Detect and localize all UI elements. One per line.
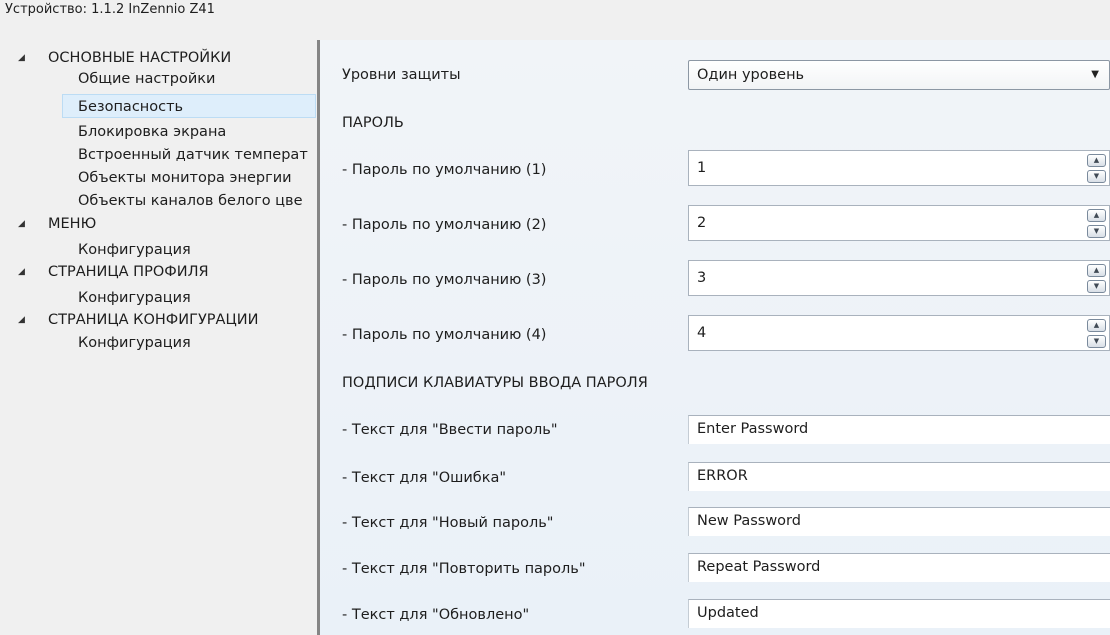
- spin-up-icon[interactable]: ▲: [1087, 319, 1106, 332]
- protection-levels-label: Уровни защиты: [342, 67, 461, 83]
- spin-up-icon[interactable]: ▲: [1087, 154, 1106, 167]
- default-password-1-label: - Пароль по умолчанию (1): [342, 162, 547, 178]
- tree-item-white-channels[interactable]: Объекты каналов белого цве: [78, 189, 303, 213]
- updated-text-label: - Текст для "Обновлено": [342, 607, 530, 623]
- protection-levels-dropdown[interactable]: Один уровень ▼: [688, 60, 1110, 90]
- new-password-text-field[interactable]: New Password: [688, 507, 1110, 536]
- default-password-3-spinbox[interactable]: 3 ▲ ▼: [688, 260, 1110, 296]
- dropdown-value: Один уровень: [697, 67, 805, 83]
- updated-text-field[interactable]: Updated: [688, 599, 1110, 628]
- spin-down-icon[interactable]: ▼: [1087, 225, 1106, 238]
- tree-item-general-settings[interactable]: Общие настройки: [78, 67, 215, 91]
- tree-item-menu-configuration[interactable]: Конфигурация: [78, 238, 191, 262]
- enter-password-text-label: - Текст для "Ввести пароль": [342, 422, 558, 438]
- parameter-panel: Уровни защиты Один уровень ▼ ПАРОЛЬ - Па…: [320, 40, 1110, 635]
- spinbox-value: 1: [697, 160, 707, 176]
- spin-down-icon[interactable]: ▼: [1087, 335, 1106, 348]
- collapse-triangle-icon[interactable]: ◢: [18, 46, 25, 70]
- tree-group-profile-page[interactable]: ◢ СТРАНИЦА ПРОФИЛЯ: [0, 260, 318, 284]
- device-title-bar: Устройство: 1.1.2 InZennio Z41: [0, 0, 1110, 40]
- collapse-triangle-icon[interactable]: ◢: [18, 260, 25, 284]
- dropdown-arrow-icon[interactable]: ▼: [1091, 61, 1099, 89]
- error-text-label: - Текст для "Ошибка": [342, 470, 507, 486]
- device-title: Устройство: 1.1.2 InZennio Z41: [5, 2, 215, 17]
- tree-group-label: МЕНЮ: [48, 216, 97, 232]
- password-section-header: ПАРОЛЬ: [342, 115, 404, 131]
- tree-item-screen-lock[interactable]: Блокировка экрана: [78, 120, 226, 144]
- spin-up-icon[interactable]: ▲: [1087, 264, 1106, 277]
- new-password-text-label: - Текст для "Новый пароль": [342, 515, 554, 531]
- default-password-2-label: - Пароль по умолчанию (2): [342, 217, 547, 233]
- tree-item-temperature-sensor[interactable]: Встроенный датчик температ: [78, 143, 308, 167]
- spinbox-value: 3: [697, 270, 707, 286]
- default-password-4-label: - Пароль по умолчанию (4): [342, 327, 547, 343]
- keyboard-labels-header: ПОДПИСИ КЛАВИАТУРЫ ВВОДА ПАРОЛЯ: [342, 375, 648, 391]
- tree-group-config-page[interactable]: ◢ СТРАНИЦА КОНФИГУРАЦИИ: [0, 308, 318, 332]
- tree-group-label: СТРАНИЦА ПРОФИЛЯ: [48, 264, 209, 280]
- repeat-password-text-label: - Текст для "Повторить пароль": [342, 561, 586, 577]
- error-text-field[interactable]: ERROR: [688, 462, 1110, 491]
- default-password-4-spinbox[interactable]: 4 ▲ ▼: [688, 315, 1110, 351]
- default-password-1-spinbox[interactable]: 1 ▲ ▼: [688, 150, 1110, 186]
- parameter-tree: ◢ ОСНОВНЫЕ НАСТРОЙКИ Общие настройки Без…: [0, 40, 318, 635]
- spinbox-value: 2: [697, 215, 707, 231]
- spinbox-value: 4: [697, 325, 707, 341]
- tree-item-energy-monitor[interactable]: Объекты монитора энергии: [78, 166, 292, 190]
- default-password-3-label: - Пароль по умолчанию (3): [342, 272, 547, 288]
- enter-password-text-field[interactable]: Enter Password: [688, 415, 1110, 444]
- tree-group-menu[interactable]: ◢ МЕНЮ: [0, 212, 318, 236]
- spin-down-icon[interactable]: ▼: [1087, 170, 1106, 183]
- collapse-triangle-icon[interactable]: ◢: [18, 308, 25, 332]
- spin-up-icon[interactable]: ▲: [1087, 209, 1106, 222]
- tree-item-profile-configuration[interactable]: Конфигурация: [78, 286, 191, 310]
- tree-group-label: СТРАНИЦА КОНФИГУРАЦИИ: [48, 312, 259, 328]
- collapse-triangle-icon[interactable]: ◢: [18, 212, 25, 236]
- spin-down-icon[interactable]: ▼: [1087, 280, 1106, 293]
- repeat-password-text-field[interactable]: Repeat Password: [688, 553, 1110, 582]
- tree-item-config-page-configuration[interactable]: Конфигурация: [78, 331, 191, 355]
- tree-item-security[interactable]: Безопасность: [62, 94, 316, 118]
- default-password-2-spinbox[interactable]: 2 ▲ ▼: [688, 205, 1110, 241]
